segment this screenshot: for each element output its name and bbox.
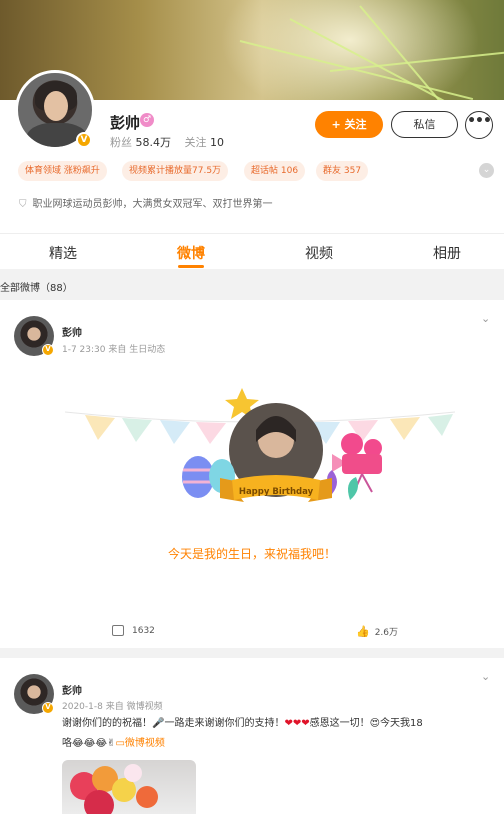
more-options-button[interactable]: ••• xyxy=(465,111,493,139)
message-button[interactable]: 私信 xyxy=(391,111,458,138)
chevron-down-icon[interactable]: ⌄ xyxy=(481,670,490,683)
tab-album[interactable]: 相册 xyxy=(433,243,461,263)
microphone-icon: 🎤 xyxy=(152,718,165,729)
verified-icon: V xyxy=(42,344,54,356)
birthday-banner-text: Happy Birthday xyxy=(239,487,314,497)
tab-weibo[interactable]: 微博 xyxy=(177,243,205,263)
heart-eyes-icon: 😍 xyxy=(369,718,381,729)
post-author[interactable]: 彭帅 xyxy=(62,682,82,697)
following-count[interactable]: 10 xyxy=(210,136,224,149)
followers-label: 粉丝 xyxy=(110,136,132,149)
chevron-down-icon[interactable]: ⌄ xyxy=(481,312,490,325)
laughing-icon: 😂😂😂✌ xyxy=(72,738,116,749)
post-image[interactable] xyxy=(62,760,196,814)
profile-stats: 粉丝 58.4万 关注 10 xyxy=(110,134,234,150)
chevron-down-icon[interactable]: ⌄ xyxy=(479,163,494,178)
profile-bio: ⛉ 职业网球运动员彭帅，大满贯女双冠军、双打世界第一 xyxy=(19,199,273,210)
post-body: 今天是我的生日，来祝福我吧！ xyxy=(167,547,336,561)
tag-video-plays[interactable]: 视频累计播放量77.5万 xyxy=(122,161,229,181)
tab-featured[interactable]: 精选 xyxy=(49,243,77,263)
profile-tabs: 精选 微博 视频 相册 xyxy=(0,233,504,269)
post-meta: 1-7 23:30 来自 生日动态 xyxy=(62,345,166,355)
comment-button[interactable]: 1632 xyxy=(112,625,155,636)
thumbs-up-icon: 👍 xyxy=(356,625,370,638)
tag-group-friends[interactable]: 群友 357 xyxy=(316,161,369,181)
verified-icon: V xyxy=(76,132,92,148)
all-posts-label[interactable]: 全部微博（88） xyxy=(0,279,73,294)
tag-super-topic[interactable]: 超话帖 106 xyxy=(244,161,306,181)
verified-icon: V xyxy=(42,702,54,714)
post-text: 谢谢你们的的祝福！🎤一路走来谢谢你们的支持！❤❤❤感恩这一切！😍今天我18 咯😂… xyxy=(62,718,423,749)
post-meta: 2020-1-8 来自 微博视频 xyxy=(62,702,163,712)
birthday-card-graphic: Happy Birthday xyxy=(64,388,456,502)
tab-video[interactable]: 视频 xyxy=(305,243,333,263)
post-author[interactable]: 彭帅 xyxy=(62,324,82,339)
member-badge-icon: ♂ xyxy=(140,113,154,127)
comment-icon xyxy=(112,625,124,636)
shield-icon: ⛉ xyxy=(19,199,27,210)
heart-icon: ❤❤❤ xyxy=(284,718,310,729)
video-link[interactable]: ▭微博视频 xyxy=(115,738,164,749)
follow-button[interactable]: + 关注 xyxy=(315,111,383,138)
tag-sports[interactable]: 体育领域 涨粉飙升 xyxy=(18,161,107,181)
profile-name: 彭帅 xyxy=(110,114,141,132)
followers-count[interactable]: 58.4万 xyxy=(136,136,172,149)
following-label: 关注 xyxy=(184,136,207,149)
like-button[interactable]: 👍 2.6万 xyxy=(356,625,398,638)
active-tab-indicator xyxy=(178,265,204,268)
